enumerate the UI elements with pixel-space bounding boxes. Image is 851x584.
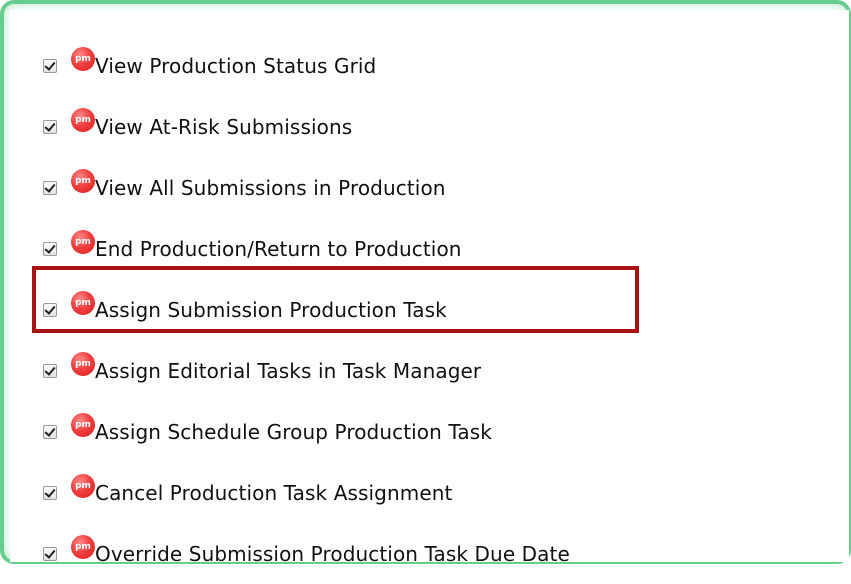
permission-row-view-all-submissions: pm View All Submissions in Production <box>43 157 849 218</box>
permissions-panel: pm View Production Status Grid pm View A… <box>10 10 849 566</box>
permission-checkbox[interactable] <box>43 180 57 195</box>
permission-checkbox[interactable] <box>43 119 57 134</box>
permission-checkbox[interactable] <box>43 546 57 561</box>
permissions-panel-frame: pm View Production Status Grid pm View A… <box>0 0 851 566</box>
permission-checkbox[interactable] <box>43 58 57 73</box>
pm-badge-icon: pm <box>71 229 95 254</box>
permission-checkbox[interactable] <box>43 424 57 439</box>
permission-row-view-production-status-grid: pm View Production Status Grid <box>43 35 849 96</box>
permission-label: Assign Editorial Tasks in Task Manager <box>95 358 482 383</box>
pm-badge-icon: pm <box>71 534 95 559</box>
highlight-box <box>32 266 639 333</box>
pm-badge-icon: pm <box>71 412 95 437</box>
permission-label: Cancel Production Task Assignment <box>95 480 453 505</box>
permission-row-assign-schedule-group-task: pm Assign Schedule Group Production Task <box>43 401 849 462</box>
permission-row-assign-editorial-tasks: pm Assign Editorial Tasks in Task Manage… <box>43 340 849 401</box>
permission-label: View At-Risk Submissions <box>95 114 353 139</box>
pm-badge-icon: pm <box>71 46 95 71</box>
permission-checkbox[interactable] <box>43 485 57 500</box>
permission-row-cancel-task-assignment: pm Cancel Production Task Assignment <box>43 462 849 523</box>
permission-row-override-due-date: pm Override Submission Production Task D… <box>43 523 849 584</box>
pm-badge-icon: pm <box>71 351 95 376</box>
pm-badge-icon: pm <box>71 168 95 193</box>
permission-row-view-at-risk-submissions: pm View At-Risk Submissions <box>43 96 849 157</box>
permission-label: View All Submissions in Production <box>95 175 446 200</box>
pm-badge-icon: pm <box>71 473 95 498</box>
permission-checkbox[interactable] <box>43 363 57 378</box>
permission-label: Override Submission Production Task Due … <box>95 541 570 566</box>
permission-checkbox[interactable] <box>43 241 57 256</box>
permission-label: End Production/Return to Production <box>95 236 462 261</box>
permission-label: View Production Status Grid <box>95 53 377 78</box>
permission-label: Assign Schedule Group Production Task <box>95 419 492 444</box>
pm-badge-icon: pm <box>71 107 95 132</box>
